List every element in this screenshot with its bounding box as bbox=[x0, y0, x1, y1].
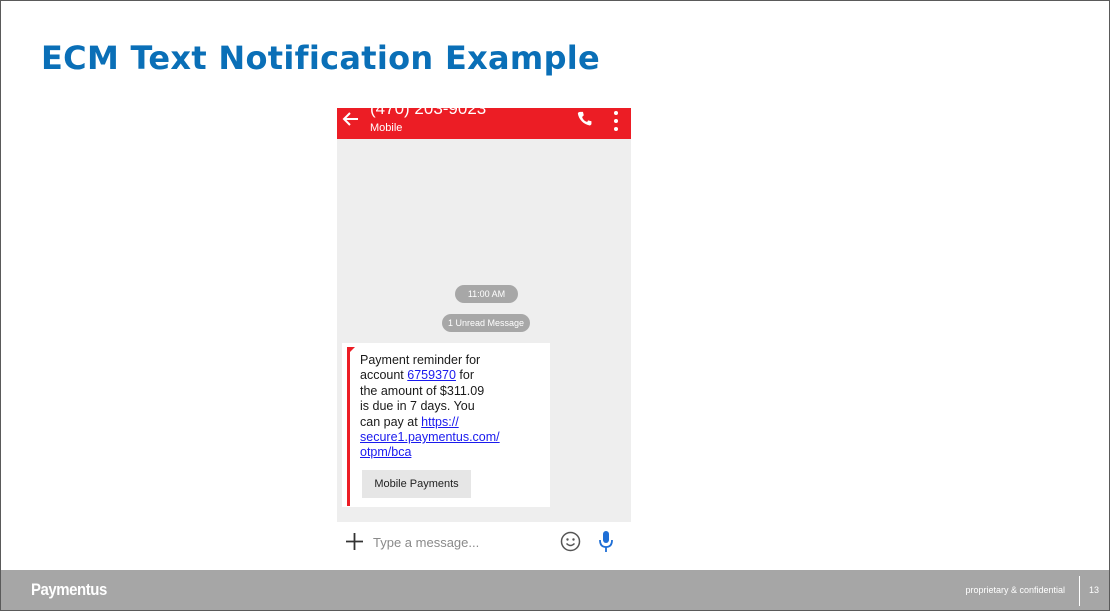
slide-footer: Paymentus proprietary & confidential 13 bbox=[1, 570, 1109, 610]
contact-phone-number: (470) 203-9023 bbox=[370, 108, 487, 118]
message-composer bbox=[337, 522, 631, 560]
phone-screenshot: (470) 203-9023 Mobile 11:00 AM 1 Unread … bbox=[337, 108, 631, 560]
confidentiality-notice: proprietary & confidential bbox=[965, 585, 1065, 595]
slide-title: ECM Text Notification Example bbox=[41, 39, 601, 77]
conversation-header: (470) 203-9023 Mobile bbox=[337, 108, 631, 139]
brand-logo: Paymentus bbox=[31, 580, 107, 599]
message-line: Payment reminder for bbox=[360, 353, 481, 367]
message-text-fragment: for bbox=[455, 368, 474, 383]
message-line: is due in 7 days. You bbox=[360, 399, 475, 414]
message-line: secure1.paymentus.com/ bbox=[360, 430, 545, 445]
slide: ECM Text Notification Example (470) 203-… bbox=[0, 0, 1110, 611]
bubble-tail bbox=[347, 347, 355, 355]
message-text-fragment: can pay at bbox=[360, 414, 422, 429]
page-number: 13 bbox=[1089, 585, 1100, 595]
message-line: account 6759370 for bbox=[360, 368, 545, 383]
plus-icon[interactable] bbox=[346, 533, 363, 550]
contact-type-label: Mobile bbox=[370, 122, 403, 134]
more-vert-icon[interactable] bbox=[612, 110, 620, 132]
payment-url-link[interactable]: https:// bbox=[421, 415, 459, 429]
back-arrow-icon[interactable] bbox=[342, 110, 360, 128]
message-input[interactable] bbox=[373, 531, 543, 553]
bubble-accent-bar bbox=[347, 347, 350, 506]
message-timestamp: 11:00 AM bbox=[455, 285, 518, 303]
microphone-icon[interactable] bbox=[598, 530, 614, 554]
account-number-link[interactable]: 6759370 bbox=[407, 368, 456, 382]
message-line: otpm/bca bbox=[360, 445, 545, 460]
message-line: the amount of $311.09 bbox=[360, 383, 485, 398]
payment-url-link[interactable]: secure1.paymentus.com/ bbox=[360, 430, 500, 444]
message-line: can pay at https:// bbox=[360, 415, 545, 430]
message-text: Payment reminder for account 6759370 for… bbox=[360, 353, 545, 461]
footer-divider bbox=[1079, 576, 1080, 606]
message-bubble[interactable]: Payment reminder for account 6759370 for… bbox=[342, 343, 550, 507]
unread-message-badge: 1 Unread Message bbox=[442, 314, 530, 332]
sender-name-chip: Mobile Payments bbox=[362, 470, 471, 498]
emoji-icon[interactable] bbox=[560, 531, 581, 552]
message-text-fragment: account bbox=[360, 368, 408, 383]
phone-call-icon[interactable] bbox=[575, 111, 593, 129]
payment-url-link[interactable]: otpm/bca bbox=[360, 445, 411, 459]
